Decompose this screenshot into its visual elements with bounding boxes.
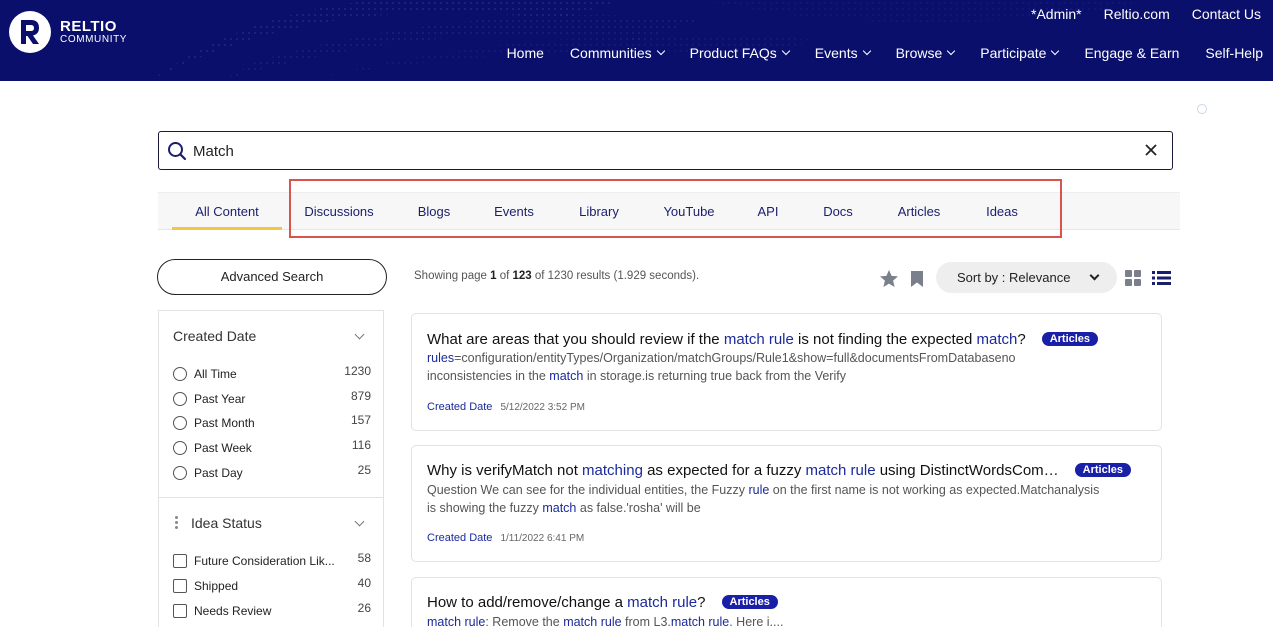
drag-handle-icon[interactable] [175,516,179,531]
result-meta: Created Date 1/11/2022 6:41 PM [427,532,585,544]
idea-status-option[interactable]: Future Consideration Lik... 58 [173,551,371,570]
divider [159,497,383,498]
nav-product-faqs[interactable]: Product FAQs [677,44,802,62]
result-snippet: match rule: Remove the match rule from L… [427,615,784,627]
decorative-ring [1197,104,1207,114]
site-logo[interactable]: RELTIO COMMUNITY [9,11,127,53]
grid-view-icon[interactable] [1125,270,1141,286]
search-icon[interactable] [167,141,187,161]
idea-status-option[interactable]: Needs Review 26 [173,601,371,620]
articles-badge: Articles [1041,332,1099,346]
search-input[interactable] [193,140,1093,162]
chevron-down-icon[interactable] [354,329,365,340]
site-header: RELTIO COMMUNITY *Admin* Reltio.com Cont… [0,0,1273,81]
nav-self-help[interactable]: Self-Help [1192,44,1263,62]
list-view-icon[interactable] [1152,270,1171,286]
created-date-option[interactable]: Past Week 116 [173,438,371,457]
radio-button[interactable] [173,416,187,430]
result-title[interactable]: Why is verifyMatch not matching as expec… [427,462,1132,479]
idea-status-option[interactable]: Shipped 40 [173,576,371,595]
nav-participate[interactable]: Participate [967,44,1071,62]
logo-name: RELTIO [60,18,117,35]
result-card[interactable]: What are areas that you should review if… [411,313,1162,431]
reltio-com-link[interactable]: Reltio.com [1104,6,1170,22]
radio-button[interactable] [173,441,187,455]
created-date-option[interactable]: Past Day 25 [173,463,371,482]
reltio-logo-icon [9,11,51,53]
advanced-search-button[interactable]: Advanced Search [157,259,387,295]
nav-engage-earn[interactable]: Engage & Earn [1071,44,1192,62]
nav-events[interactable]: Events [802,44,883,62]
logo-subtitle: COMMUNITY [60,34,128,45]
articles-badge: Articles [1074,463,1132,477]
articles-badge: Articles [721,595,778,609]
chevron-down-icon [1089,270,1100,281]
chevron-down-icon [1051,46,1060,56]
main-navigation: Home Communities Product FAQs Events Bro… [494,44,1263,62]
contact-us-link[interactable]: Contact Us [1192,6,1261,22]
tab-all-content[interactable]: All Content [172,193,282,230]
bookmark-icon[interactable] [910,270,924,288]
checkbox[interactable] [173,579,187,593]
sort-dropdown[interactable]: Sort by : Relevance [936,262,1117,293]
result-snippet: rules=configuration/entityTypes/Organiza… [427,351,1016,383]
annotation-highlight-box [289,179,1062,238]
search-bar [158,131,1173,170]
nav-communities[interactable]: Communities [557,44,677,62]
idea-status-filter-title[interactable]: Idea Status [191,515,262,531]
close-icon[interactable] [1144,143,1158,157]
chevron-down-icon [862,46,871,56]
utility-links: *Admin* Reltio.com Contact Us [1031,6,1261,22]
checkbox[interactable] [173,554,187,568]
chevron-down-icon [947,46,956,56]
admin-link[interactable]: *Admin* [1031,6,1082,22]
filters-panel: Created Date All Time 1230 Past Year 879… [158,310,384,627]
result-title[interactable]: How to add/remove/change a match rule? Ar… [427,594,778,611]
result-title[interactable]: What are areas that you should review if… [427,331,1099,348]
result-snippet: Question We can see for the individual e… [427,483,1100,515]
radio-button[interactable] [173,392,187,406]
result-card[interactable]: How to add/remove/change a match rule? Ar… [411,577,1162,627]
radio-button[interactable] [173,466,187,480]
created-date-option[interactable]: Past Month 157 [173,413,371,432]
results-summary: Showing page 1 of 123 of 1230 results (1… [414,270,700,282]
nav-browse[interactable]: Browse [883,44,968,62]
result-meta: Created Date 5/12/2022 3:52 PM [427,401,585,413]
star-icon[interactable] [879,269,899,288]
result-card[interactable]: Why is verifyMatch not matching as expec… [411,445,1162,562]
chevron-down-icon[interactable] [354,516,365,527]
created-date-filter-title[interactable]: Created Date [173,328,256,344]
chevron-down-icon [781,46,791,56]
created-date-option[interactable]: Past Year 879 [173,389,371,408]
radio-button[interactable] [173,367,187,381]
chevron-down-icon [656,46,665,56]
created-date-option[interactable]: All Time 1230 [173,364,371,383]
nav-home[interactable]: Home [494,44,557,62]
checkbox[interactable] [173,604,187,618]
